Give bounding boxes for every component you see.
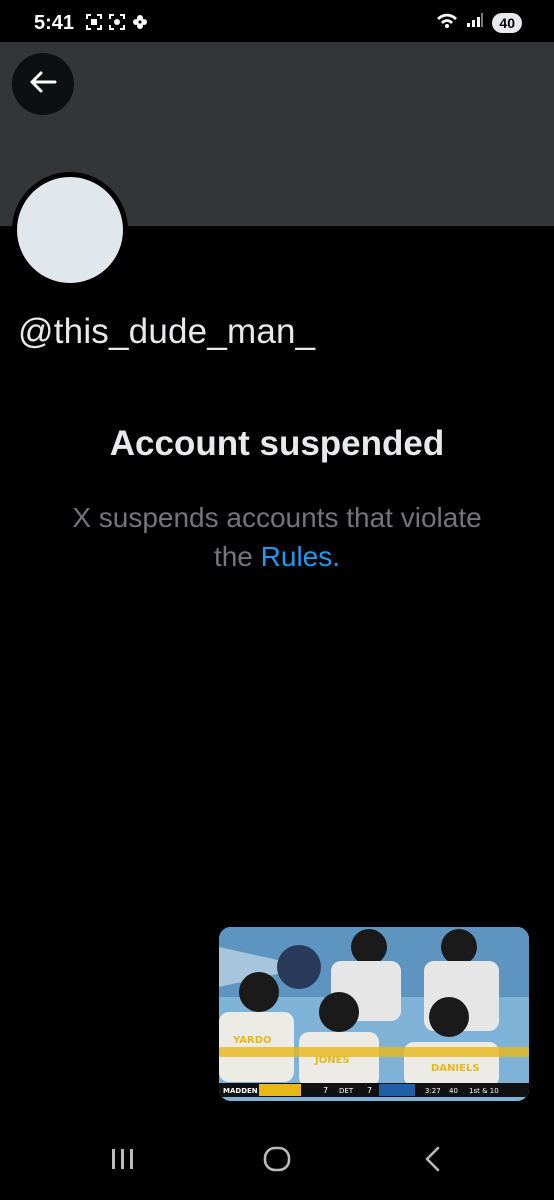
picture-in-picture-video[interactable]: YARDO JONES DANIELS MADDEN 7 DET 7 3:27 … <box>219 927 529 1101</box>
status-time: 5:41 <box>34 12 75 34</box>
rules-link[interactable]: Rules <box>261 541 333 572</box>
home-button[interactable] <box>252 1136 302 1186</box>
scoreboard-team2-abbr: DET <box>339 1087 354 1095</box>
wifi-icon <box>436 12 458 33</box>
scoreboard-brand: MADDEN <box>223 1087 258 1095</box>
recents-icon <box>110 1147 136 1176</box>
back-nav-button[interactable] <box>408 1136 458 1186</box>
back-button[interactable] <box>12 53 74 115</box>
jersey-name-2: JONES <box>314 1055 350 1066</box>
scoreboard-clock: 3:27 <box>425 1087 441 1095</box>
screen-record-icon <box>109 14 125 30</box>
arrow-left-icon <box>29 70 57 99</box>
rules-link-period: . <box>332 541 341 572</box>
pinwheel-icon <box>132 14 148 30</box>
scoreboard-team1-score: 7 <box>323 1086 328 1095</box>
suspended-message: X suspends accounts that violate the Rul… <box>60 498 494 576</box>
battery-indicator: 40 <box>492 12 522 33</box>
jersey-name-1: YARDO <box>232 1035 272 1046</box>
status-system-icons: 40 <box>436 12 522 33</box>
video-frame: YARDO JONES DANIELS MADDEN 7 DET 7 3:27 … <box>219 927 529 1101</box>
home-icon <box>263 1146 291 1177</box>
screenshot-icon <box>86 14 102 30</box>
status-notification-icons <box>86 14 148 30</box>
jersey-name-3: DANIELS <box>431 1063 480 1074</box>
scoreboard-team2-score: 7 <box>367 1086 372 1095</box>
recent-apps-button[interactable] <box>98 1136 148 1186</box>
avatar <box>12 172 128 288</box>
profile-handle: @this_dude_man_ <box>18 312 316 351</box>
status-bar: 5:41 40 <box>0 0 554 42</box>
chevron-left-icon <box>423 1146 443 1177</box>
scoreboard-down: 1st & 10 <box>469 1087 499 1095</box>
navigation-bar <box>0 1118 554 1200</box>
scoreboard-play-clock: 40 <box>449 1087 458 1095</box>
signal-icon <box>466 12 484 33</box>
suspended-title: Account suspended <box>109 424 445 463</box>
